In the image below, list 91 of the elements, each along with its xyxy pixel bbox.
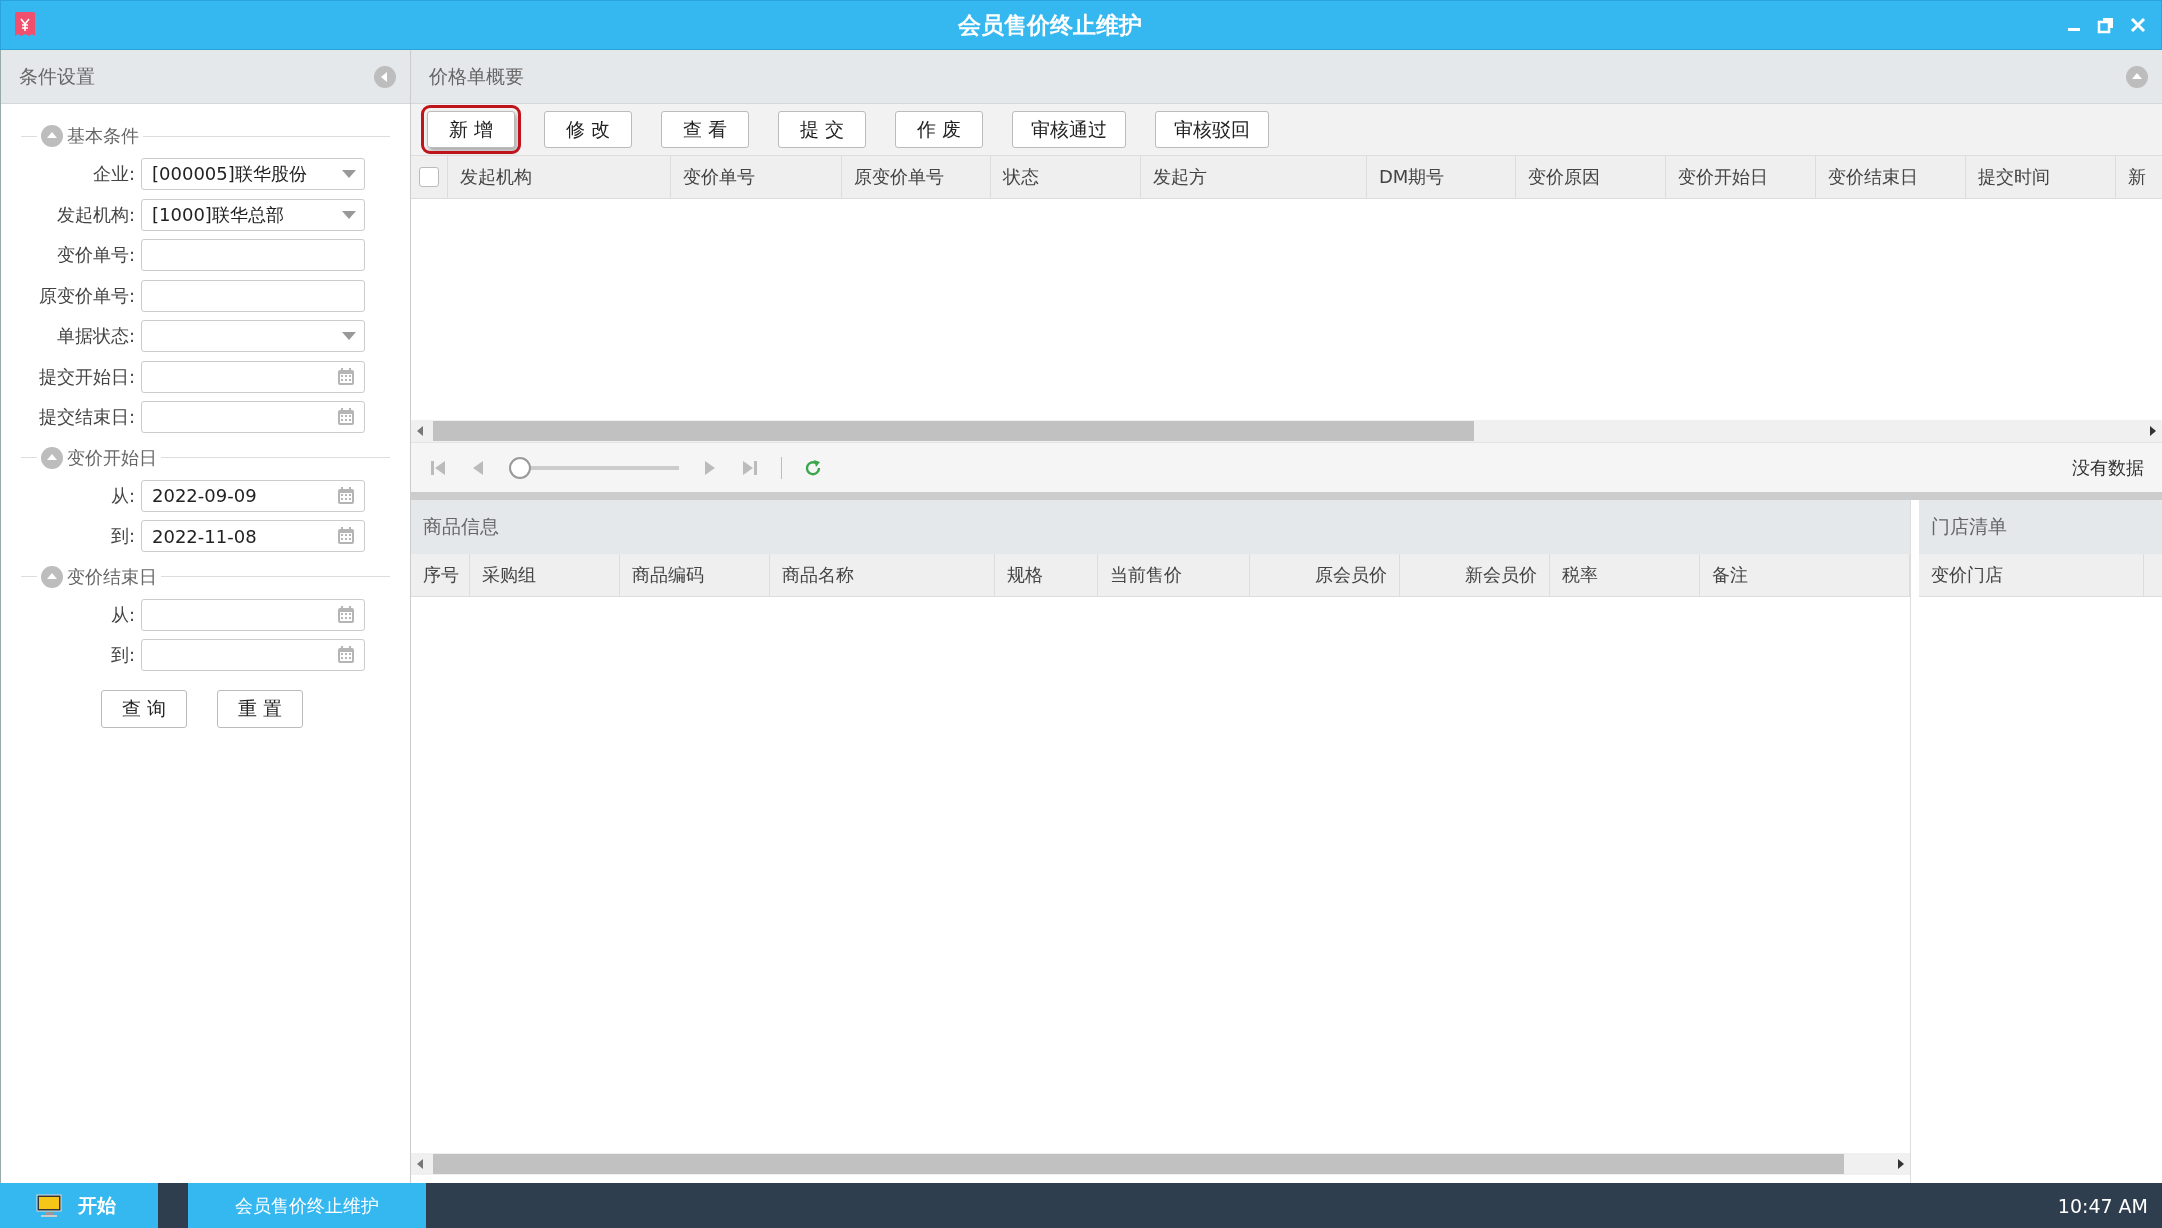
toolbar-button[interactable]: 提 交 [778, 111, 866, 148]
dropdown[interactable]: [1000]联华总部 [141, 198, 365, 231]
toolbar-button[interactable]: 修 改 [544, 111, 632, 148]
input-field[interactable] [141, 239, 365, 272]
collapse-icon[interactable] [41, 565, 63, 588]
column-header[interactable]: 变价开始日 [1666, 156, 1816, 198]
field-label: 到: [109, 643, 136, 668]
column-header[interactable]: 新 [2116, 156, 2162, 198]
column-header[interactable]: 状态 [991, 156, 1141, 198]
field-label: 从: [109, 602, 136, 627]
calendar-icon [336, 645, 356, 666]
receipt-icon [15, 12, 35, 38]
collapse-icon[interactable] [41, 125, 63, 147]
calendar-icon [336, 526, 356, 547]
column-header[interactable]: 发起机构 [448, 156, 671, 198]
column-header[interactable]: 变价原因 [1516, 156, 1666, 198]
scroll-left-icon[interactable] [415, 425, 425, 437]
column-header[interactable]: DM期号 [1367, 156, 1516, 198]
calendar-icon [336, 604, 356, 625]
collapse-icon[interactable] [2126, 65, 2148, 88]
caret-icon [342, 210, 356, 219]
column-header[interactable]: 税率 [1550, 554, 1700, 596]
slider-thumb[interactable] [509, 456, 531, 479]
refresh-icon[interactable] [804, 458, 822, 477]
field-label: 单据状态: [55, 324, 136, 349]
clock: 10:47 AM [2057, 1194, 2149, 1217]
first-page-icon[interactable] [429, 458, 447, 477]
monitor-icon [36, 1193, 62, 1218]
toolbar-button[interactable]: 审核通过 [1012, 111, 1126, 148]
panel-title: 商品信息 [411, 500, 1910, 554]
field-label: 提交结束日: [37, 405, 136, 430]
section-title: 变价结束日 [67, 564, 157, 589]
column-header[interactable]: 变价结束日 [1816, 156, 1966, 198]
field-label: 从: [109, 483, 136, 508]
close-icon[interactable] [2129, 16, 2147, 34]
status-text: 没有数据 [2072, 455, 2144, 480]
column-header[interactable]: 变价单号 [671, 156, 842, 198]
caret-icon [342, 170, 356, 179]
scrollbar-thumb[interactable] [433, 1154, 1845, 1174]
scroll-right-icon[interactable] [1896, 1158, 1906, 1170]
column-header[interactable]: 商品名称 [770, 554, 995, 596]
input-field[interactable] [141, 279, 365, 312]
column-header[interactable]: 发起方 [1141, 156, 1367, 198]
checkbox[interactable] [419, 167, 439, 187]
toolbar-button[interactable]: 审核驳回 [1155, 111, 1269, 148]
scroll-right-icon[interactable] [2148, 425, 2158, 437]
date-field[interactable] [141, 401, 365, 434]
start-label: 开始 [78, 1192, 116, 1218]
column-header[interactable]: 提交时间 [1966, 156, 2116, 198]
date-field[interactable]: 2022-11-08 [141, 520, 365, 553]
window-title: 会员售价终止维护 [957, 10, 1143, 40]
dropdown[interactable] [141, 320, 365, 353]
restore-icon[interactable] [2097, 16, 2115, 34]
calendar-icon [336, 485, 356, 506]
column-header[interactable]: 当前售价 [1098, 554, 1250, 596]
column-header[interactable]: 备注 [1700, 554, 1910, 596]
column-header[interactable]: 新会员价 [1400, 554, 1550, 596]
calendar-icon [336, 366, 356, 387]
column-header[interactable]: 序号 [411, 554, 470, 596]
date-field[interactable]: 2022-09-09 [141, 479, 365, 512]
column-header[interactable]: 原变价单号 [842, 156, 991, 198]
column-header[interactable]: 原会员价 [1250, 554, 1400, 596]
date-field[interactable] [141, 598, 365, 631]
field-label: 变价单号: [55, 243, 136, 268]
dropdown[interactable]: [000005]联华股份 [141, 158, 365, 191]
collapse-icon[interactable] [41, 446, 63, 469]
date-field[interactable] [141, 360, 365, 393]
section-title: 基本条件 [67, 124, 139, 148]
column-header[interactable]: 规格 [995, 554, 1098, 596]
calendar-icon [336, 407, 356, 428]
last-page-icon[interactable] [741, 458, 759, 477]
scroll-left-icon[interactable] [415, 1158, 425, 1170]
field-label: 企业: [91, 162, 136, 187]
field-label: 提交开始日: [37, 364, 136, 389]
panel-title: 价格单概要 [429, 63, 524, 89]
date-field[interactable] [141, 639, 365, 672]
query-button[interactable]: 查 询 [101, 689, 188, 728]
toolbar-button[interactable]: 查 看 [661, 111, 749, 148]
collapse-icon[interactable] [374, 65, 396, 88]
column-header[interactable]: 采购组 [470, 554, 620, 596]
scrollbar-thumb[interactable] [433, 421, 1475, 441]
panel-title: 门店清单 [1919, 500, 2162, 554]
reset-button[interactable]: 重 置 [217, 689, 304, 728]
field-label: 发起机构: [55, 202, 136, 227]
section-title: 变价开始日 [67, 445, 157, 470]
column-header[interactable]: 商品编码 [620, 554, 770, 596]
field-label: 到: [109, 524, 136, 549]
panel-title: 条件设置 [19, 63, 95, 89]
caret-icon [342, 332, 356, 341]
toolbar-button[interactable]: 作 废 [895, 111, 983, 148]
field-label: 原变价单号: [37, 283, 136, 308]
